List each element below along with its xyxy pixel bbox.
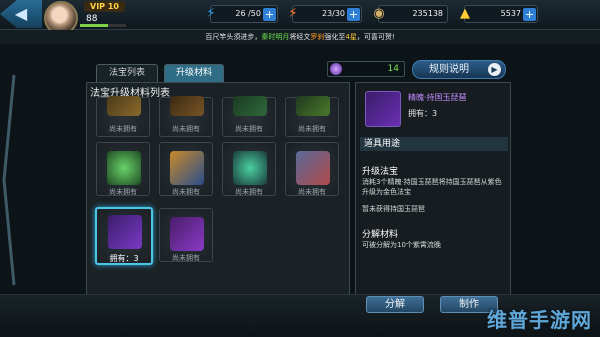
tab-upgrade-materials[interactable]: 升级材料 [164, 64, 224, 82]
arrow-right-icon: ▶ [488, 63, 501, 76]
upgrade-description: 消耗3个精魄·持国玉琵琶将持国玉琵琶从紫色升级为金色法宝 [362, 178, 502, 196]
item-owned-count: 拥有：3 [408, 109, 438, 118]
watermark: 维普手游网 [487, 308, 592, 332]
material-slot[interactable]: 尚未拥有 [222, 142, 276, 196]
usage-header: 道具用途 [360, 137, 508, 151]
add-gold-button[interactable]: + [523, 8, 536, 21]
material-slot[interactable]: 尚未拥有 [96, 96, 150, 137]
stamina-counter: ⚡ 23/30 + [288, 5, 362, 23]
add-stamina-button[interactable]: + [347, 8, 360, 21]
material-icon [296, 96, 330, 116]
energy-counter: ⚡ 26 /50 + [206, 5, 278, 23]
item-name: 精魄·持国玉琵琶 [408, 93, 467, 102]
material-slot[interactable]: 尚未拥有 [222, 96, 276, 137]
gold-ingot-icon: ▲ [460, 6, 470, 21]
material-slot[interactable]: 尚未拥有 [96, 142, 150, 196]
energy-icon: ⚡ [206, 6, 216, 21]
material-icon [170, 217, 204, 251]
rules-button[interactable]: 规则说明 ▶ [412, 60, 506, 79]
material-slot[interactable]: 尚未拥有 [159, 142, 213, 196]
gold-counter: ▲ 5537 + [460, 5, 538, 23]
material-icon [296, 151, 330, 185]
vip-badge: VIP 10 [84, 1, 125, 12]
material-icon [233, 151, 267, 185]
stamina-icon: ⚡ [288, 6, 298, 21]
decompose-description: 可被分解为10个紫霄流晚 [362, 241, 441, 249]
spirit-orb-icon [330, 63, 342, 75]
decompose-title: 分解材料 [362, 230, 399, 240]
material-icon [170, 151, 204, 185]
player-level: 88 [86, 14, 98, 24]
add-energy-button[interactable]: + [263, 8, 276, 21]
currency-box: 14 [327, 61, 405, 77]
selected-item-icon [365, 91, 401, 127]
tab-treasure-list[interactable]: 法宝列表 [96, 64, 158, 82]
material-slot[interactable]: 尚未拥有 [159, 96, 213, 137]
material-icon [107, 151, 141, 185]
collapse-arrow-icon[interactable] [2, 55, 16, 305]
material-slot-selected[interactable]: 拥有：3 [95, 207, 153, 265]
exp-bar [80, 24, 126, 27]
upgrade-title: 升级法宝 [362, 167, 399, 177]
material-slot[interactable]: 尚未拥有 [285, 96, 339, 137]
material-icon [233, 96, 267, 116]
announcement-ticker: 百尺竿头须进步，秦时明月将经文罗刹强化至4星，可喜可贺! [0, 30, 600, 44]
silver-counter: ◉ 235138 [373, 5, 448, 23]
coin-icon: ◉ [373, 6, 385, 21]
material-icon [108, 215, 142, 249]
material-icon [107, 96, 141, 116]
material-icon [170, 96, 204, 116]
upgrade-note: 暂未获得持国玉琵琶 [362, 205, 425, 213]
material-slot[interactable]: 尚未拥有 [159, 208, 213, 262]
decompose-button[interactable]: 分解 [366, 296, 424, 313]
material-slot[interactable]: 尚未拥有 [285, 142, 339, 196]
